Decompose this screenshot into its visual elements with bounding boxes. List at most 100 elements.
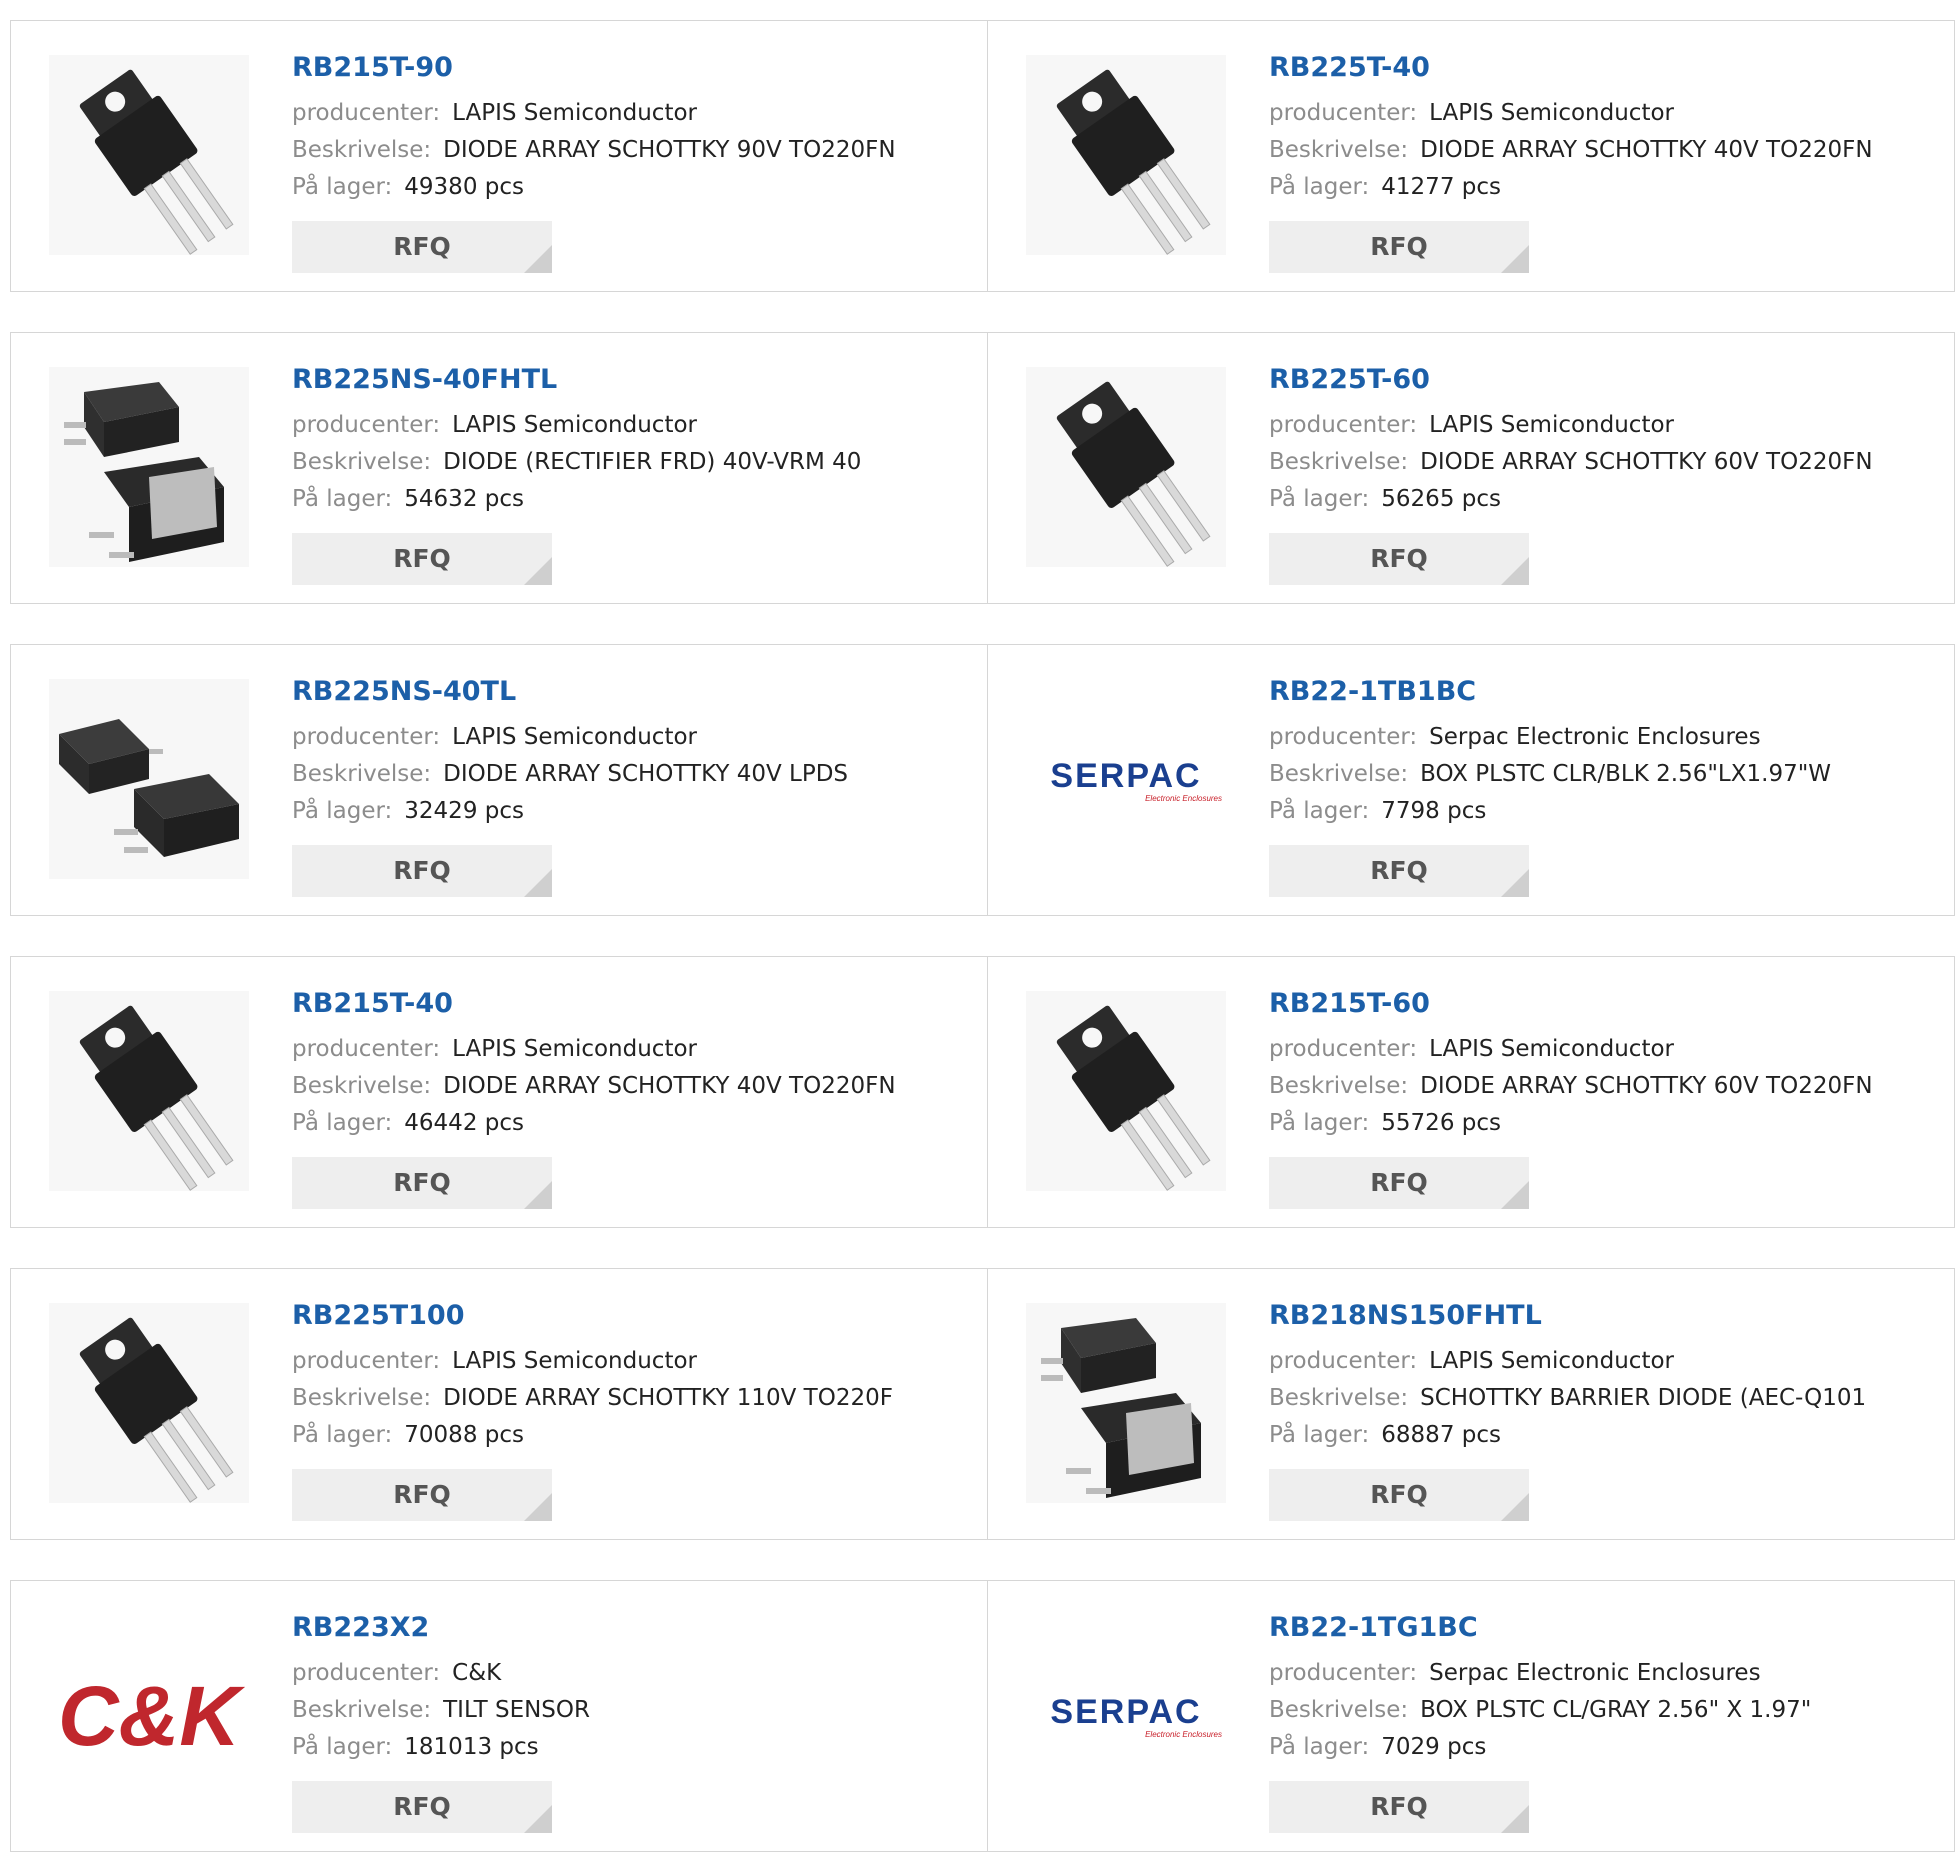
product-row: RB215T-40 producenter: LAPIS Semiconductor… [10,956,1955,1228]
manufacturer-value: LAPIS Semiconductor [452,100,698,126]
rfq-button[interactable]: RFQ [1269,221,1529,273]
product-info: RB22-1TB1BC producenter: Serpac Electronic… [1269,675,1831,830]
product-image[interactable] [49,679,249,879]
manufacturer-row: producenter: LAPIS Semiconductor [1269,407,1873,444]
description-label: Beskrivelse: [1269,137,1409,163]
part-number-link[interactable]: RB22-1TG1BC [1269,1611,1811,1645]
rfq-button[interactable]: RFQ [292,845,552,897]
part-number-link[interactable]: RB225NS-40TL [292,675,848,709]
rfq-label: RFQ [1370,1792,1428,1821]
to220-package-icon [49,55,249,255]
stock-value: 41277 pcs [1381,174,1501,200]
manufacturer-value: Serpac Electronic Enclosures [1429,724,1761,750]
product-image[interactable] [49,991,249,1191]
manufacturer-value: C&K [452,1660,502,1686]
product-card: RB215T-90 producenter: LAPIS Semiconductor… [11,21,988,291]
manufacturer-label: producenter: [1269,724,1418,750]
part-number-link[interactable]: RB215T-60 [1269,987,1873,1021]
manufacturer-row: producenter: Serpac Electronic Enclosures [1269,1655,1811,1692]
rfq-label: RFQ [1370,1168,1428,1197]
part-number-link[interactable]: RB22-1TB1BC [1269,675,1831,709]
rfq-button[interactable]: RFQ [292,1157,552,1209]
part-number-link[interactable]: RB225T-40 [1269,51,1873,85]
corner-fold-icon [1501,1181,1529,1209]
product-image[interactable] [49,367,249,567]
product-card: C&K RB223X2 producenter: C&K Beskrivelse: TI… [11,1581,988,1851]
description-label: Beskrivelse: [292,449,432,475]
product-card: RB225T-40 producenter: LAPIS Semiconductor… [988,21,1955,291]
rfq-button[interactable]: RFQ [1269,1781,1529,1833]
stock-row: På lager: 49380 pcs [292,169,896,206]
product-info: RB218NS150FHTL producenter: LAPIS Semicond… [1269,1299,1866,1454]
manufacturer-row: producenter: LAPIS Semiconductor [292,719,848,756]
serpac-logo[interactable]: SERPAC Electronic Enclosures [1026,679,1226,879]
product-image[interactable] [1026,1303,1226,1503]
stock-row: På lager: 70088 pcs [292,1417,893,1454]
description-row: Beskrivelse: DIODE ARRAY SCHOTTKY 40V TO2… [1269,132,1873,169]
description-value: TILT SENSOR [443,1697,590,1723]
stock-value: 68887 pcs [1381,1422,1501,1448]
manufacturer-label: producenter: [292,100,441,126]
product-image[interactable] [49,55,249,255]
description-label: Beskrivelse: [1269,1073,1409,1099]
product-image[interactable] [49,1303,249,1503]
part-number-link[interactable]: RB223X2 [292,1611,590,1645]
rfq-label: RFQ [1370,1480,1428,1509]
part-number-link[interactable]: RB225T-60 [1269,363,1873,397]
description-row: Beskrivelse: TILT SENSOR [292,1692,590,1729]
rfq-button[interactable]: RFQ [292,1469,552,1521]
part-number-link[interactable]: RB225T100 [292,1299,893,1333]
manufacturer-label: producenter: [292,1660,441,1686]
part-number-link[interactable]: RB215T-40 [292,987,896,1021]
stock-row: På lager: 41277 pcs [1269,169,1873,206]
dpak-package-icon [1026,1303,1226,1503]
rfq-button[interactable]: RFQ [1269,845,1529,897]
description-label: Beskrivelse: [1269,1697,1409,1723]
product-info: RB22-1TG1BC producenter: Serpac Electronic… [1269,1611,1811,1766]
description-row: Beskrivelse: DIODE ARRAY SCHOTTKY 60V TO2… [1269,444,1873,481]
rfq-button[interactable]: RFQ [292,533,552,585]
product-info: RB225T-40 producenter: LAPIS Semiconductor… [1269,51,1873,206]
product-info: RB223X2 producenter: C&K Beskrivelse: TILT S… [292,1611,590,1766]
description-label: Beskrivelse: [292,1385,432,1411]
part-number-link[interactable]: RB218NS150FHTL [1269,1299,1866,1333]
rfq-label: RFQ [1370,544,1428,573]
part-number-link[interactable]: RB215T-90 [292,51,896,85]
description-value: SCHOTTKY BARRIER DIODE (AEC-Q101 [1420,1385,1867,1411]
stock-label: På lager: [1269,1422,1370,1448]
description-label: Beskrivelse: [1269,1385,1409,1411]
rfq-button[interactable]: RFQ [1269,1157,1529,1209]
description-label: Beskrivelse: [1269,449,1409,475]
manufacturer-row: producenter: LAPIS Semiconductor [292,1031,896,1068]
rfq-button[interactable]: RFQ [292,1781,552,1833]
description-value: DIODE ARRAY SCHOTTKY 90V TO220FN [443,137,896,163]
description-row: Beskrivelse: DIODE ARRAY SCHOTTKY 40V LPD… [292,756,848,793]
product-row: RB225NS-40TL producenter: LAPIS Semiconduc… [10,644,1955,916]
corner-fold-icon [524,1493,552,1521]
product-info: RB225T-60 producenter: LAPIS Semiconductor… [1269,363,1873,518]
rfq-button[interactable]: RFQ [1269,1469,1529,1521]
description-label: Beskrivelse: [292,1697,432,1723]
manufacturer-value: LAPIS Semiconductor [452,1036,698,1062]
rfq-label: RFQ [1370,232,1428,261]
to220-package-icon [1026,991,1226,1191]
corner-fold-icon [524,1805,552,1833]
ck-logo[interactable]: C&K [49,1615,249,1815]
product-image[interactable] [1026,991,1226,1191]
manufacturer-label: producenter: [1269,412,1418,438]
rfq-button[interactable]: RFQ [1269,533,1529,585]
dpak-package-icon [49,367,249,567]
product-image[interactable] [1026,55,1226,255]
serpac-logo[interactable]: SERPAC Electronic Enclosures [1026,1615,1226,1815]
part-number-link[interactable]: RB225NS-40FHTL [292,363,861,397]
manufacturer-row: producenter: LAPIS Semiconductor [1269,1343,1866,1380]
product-image[interactable] [1026,367,1226,567]
manufacturer-value: LAPIS Semiconductor [1429,1348,1675,1374]
manufacturer-row: producenter: C&K [292,1655,590,1692]
stock-value: 70088 pcs [404,1422,524,1448]
stock-value: 7029 pcs [1381,1734,1487,1760]
stock-label: På lager: [292,798,393,824]
rfq-button[interactable]: RFQ [292,221,552,273]
product-row: RB215T-90 producenter: LAPIS Semiconductor… [10,20,1955,292]
product-row: RB225NS-40FHTL producenter: LAPIS Semicond… [10,332,1955,604]
